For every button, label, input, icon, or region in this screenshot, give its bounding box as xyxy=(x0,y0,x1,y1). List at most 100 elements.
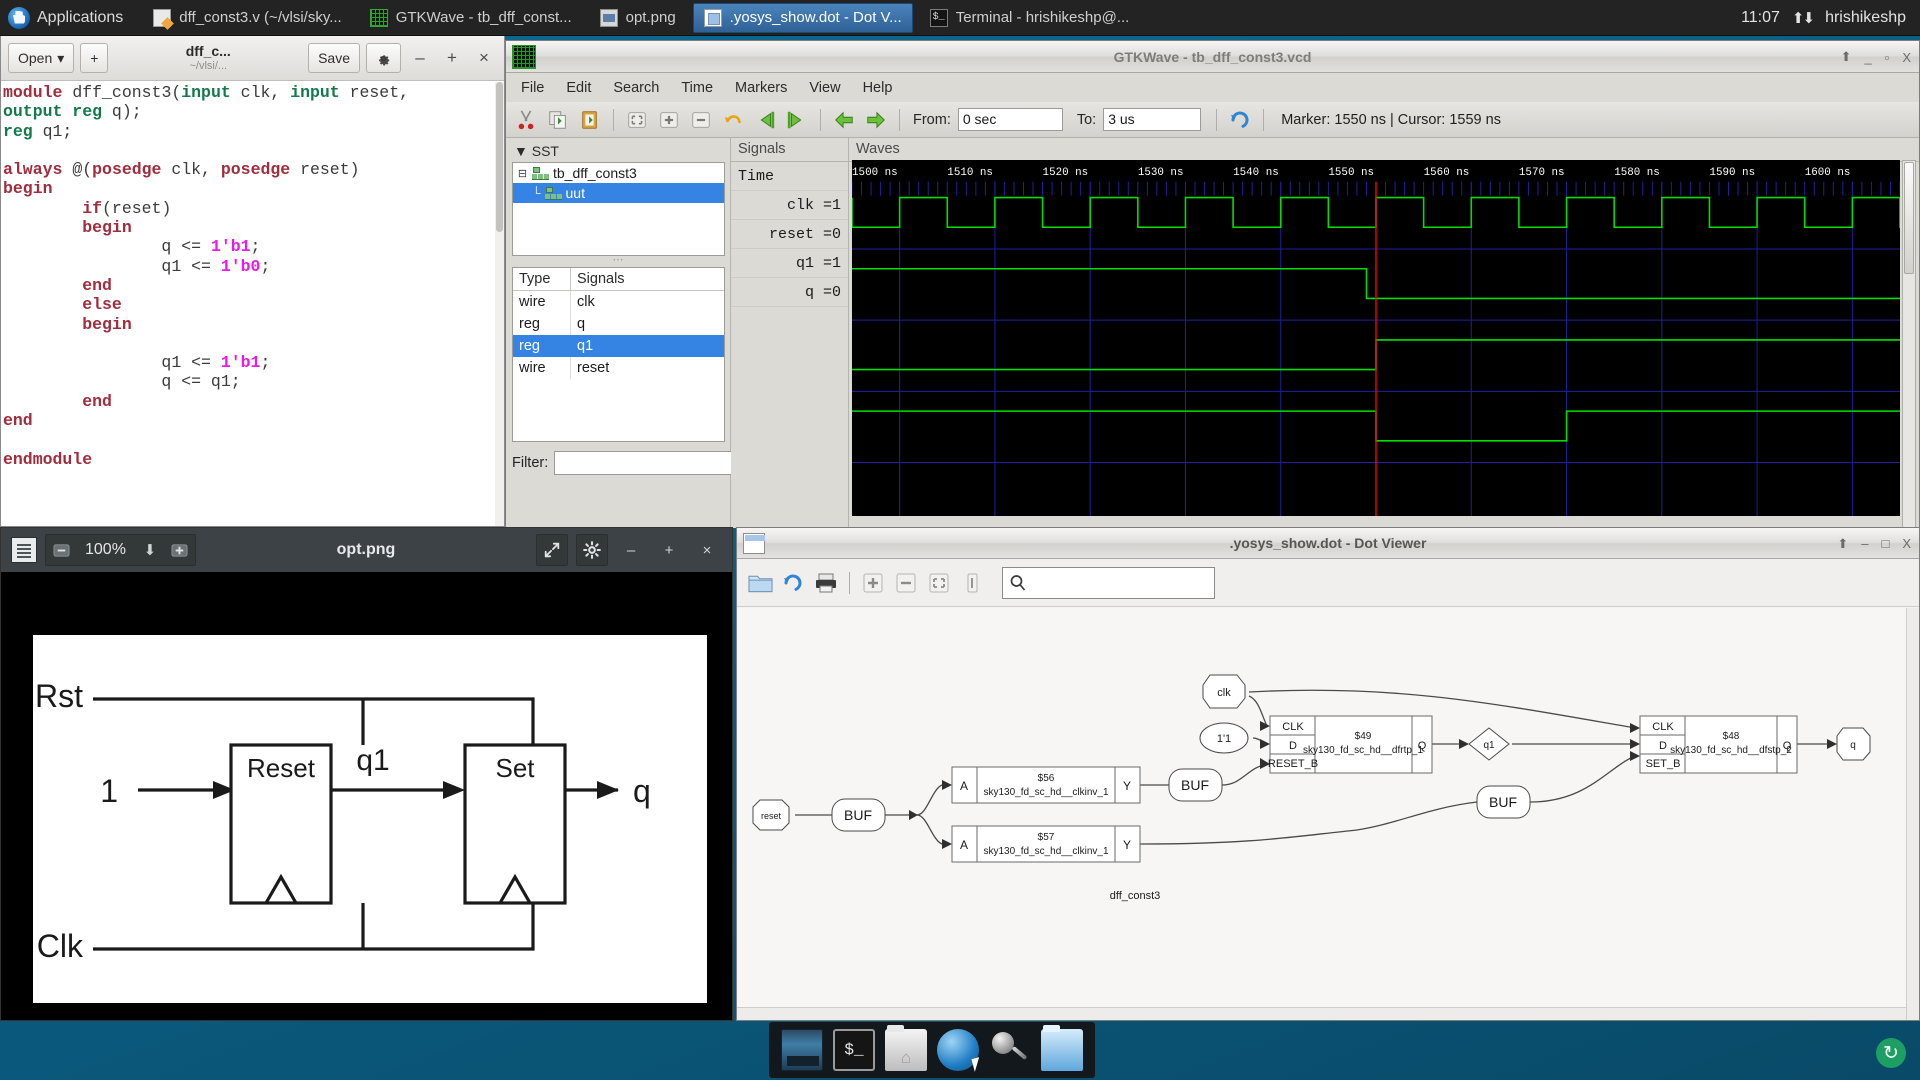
scrollbar-thumb[interactable] xyxy=(1904,162,1914,274)
graph-cell-56[interactable]: A Y $56 sky130_fd_sc_hd__clkinv_1 xyxy=(952,767,1140,803)
waveform-canvas[interactable]: 1500 ns1510 ns1520 ns1530 ns1540 ns1550 … xyxy=(852,160,1900,516)
graph-const-1[interactable]: 1'1 xyxy=(1200,723,1248,753)
zoom-out-icon[interactable] xyxy=(687,106,715,134)
scrollbar-thumb[interactable] xyxy=(496,82,503,232)
maximize-button[interactable]: ▫ xyxy=(1885,50,1890,65)
chevron-down-icon[interactable]: ⬇ xyxy=(135,535,165,565)
next-edge-icon[interactable] xyxy=(862,106,890,134)
sst-tree[interactable]: ⊟ tb_dff_const3 └ uut xyxy=(512,162,725,256)
web-browser-icon[interactable] xyxy=(937,1029,979,1071)
menu-file[interactable]: File xyxy=(510,77,555,99)
network-updown-icon[interactable]: ⬆⬇ xyxy=(1792,9,1813,27)
menu-edit[interactable]: Edit xyxy=(555,77,602,99)
open-button[interactable]: Open ▾ xyxy=(8,43,74,73)
menu-time[interactable]: Time xyxy=(670,77,724,99)
signal-row-q1[interactable]: reg q1 xyxy=(513,335,724,357)
menu-markers[interactable]: Markers xyxy=(724,77,798,99)
file-manager-icon[interactable] xyxy=(885,1029,927,1071)
menu-view[interactable]: View xyxy=(798,77,851,99)
reload-icon[interactable] xyxy=(1226,106,1254,134)
waves-vertical-scrollbar[interactable] xyxy=(1902,160,1916,528)
close-button[interactable]: X xyxy=(1902,50,1911,65)
maximize-button[interactable]: + xyxy=(654,535,684,565)
show-desktop-icon[interactable] xyxy=(781,1029,823,1071)
close-button[interactable]: × xyxy=(471,48,497,68)
taskbar-item-imageviewer[interactable]: opt.png xyxy=(589,3,687,33)
sst-header[interactable]: ▼ SST xyxy=(512,141,725,162)
save-button[interactable]: Save xyxy=(308,43,360,73)
zoom-out-icon[interactable] xyxy=(891,567,921,599)
taskbar-item-editor[interactable]: dff_const3.v (~/vlsi/sky... xyxy=(142,3,352,33)
wave-label-reset[interactable]: reset =0 xyxy=(731,220,848,249)
cut-icon[interactable] xyxy=(512,106,540,134)
taskbar-item-dotviewer[interactable]: .yosys_show.dot - Dot V... xyxy=(693,3,913,33)
applications-menu-button[interactable]: Applications xyxy=(0,0,136,36)
close-button[interactable]: X xyxy=(1902,536,1911,551)
zoom-100-icon[interactable] xyxy=(957,567,987,599)
gtkwave-titlebar[interactable]: GTKWave - tb_dff_const3.vcd ⬆ _ ▫ X xyxy=(506,41,1919,73)
zoom-out-icon[interactable] xyxy=(46,535,76,565)
hamburger-menu-button[interactable] xyxy=(366,43,401,73)
menu-help[interactable]: Help xyxy=(852,77,904,99)
shade-button[interactable]: ⬆ xyxy=(1841,49,1852,65)
open-folder-icon[interactable] xyxy=(745,567,775,599)
graph-horizontal-scrollbar[interactable] xyxy=(737,1007,1906,1020)
paste-icon[interactable] xyxy=(576,106,604,134)
graph-port-reset[interactable]: reset xyxy=(753,800,789,830)
graph-canvas[interactable]: reset BUF A Y $56 sky130_fd_sc_hd__clkin… xyxy=(737,608,1919,1020)
tree-item-tb_dff_const3[interactable]: ⊟ tb_dff_const3 xyxy=(513,163,724,183)
goto-end-icon[interactable] xyxy=(783,106,811,134)
zoom-level-label[interactable]: 100% xyxy=(76,541,135,559)
graph-vertical-scrollbar[interactable] xyxy=(1906,608,1919,1020)
maximize-button[interactable]: + xyxy=(439,48,465,68)
folder-icon[interactable] xyxy=(1041,1029,1083,1071)
taskbar-item-terminal[interactable]: $_ Terminal - hrishikeshp@... xyxy=(919,3,1141,33)
gear-icon[interactable] xyxy=(577,535,607,565)
zoom-in-icon[interactable] xyxy=(858,567,888,599)
refresh-badge-icon[interactable]: ↻ xyxy=(1876,1038,1906,1068)
zoom-in-icon[interactable] xyxy=(655,106,683,134)
print-icon[interactable] xyxy=(811,567,841,599)
graph-cell-49[interactable]: CLK D RESET_B Q $49 sky130_fd_sc_hd__dfr… xyxy=(1268,716,1432,773)
clock[interactable]: 11:07 xyxy=(1741,9,1780,27)
zoom-in-icon[interactable] xyxy=(165,535,195,565)
editor-scrollbar[interactable] xyxy=(495,82,504,526)
filter-input[interactable] xyxy=(554,451,737,475)
signal-row-reset[interactable]: wire reset xyxy=(513,357,724,379)
prev-edge-icon[interactable] xyxy=(830,106,858,134)
signal-row-clk[interactable]: wire clk xyxy=(513,291,724,313)
fullscreen-button[interactable] xyxy=(536,534,568,566)
graph-buffer-2[interactable]: BUF xyxy=(1169,769,1222,801)
settings-button[interactable] xyxy=(576,534,608,566)
graph-cell-57[interactable]: A Y $57 sky130_fd_sc_hd__clkinv_1 xyxy=(952,826,1140,862)
fullscreen-icon[interactable] xyxy=(537,535,567,565)
terminal-icon[interactable]: $_ xyxy=(833,1029,875,1071)
reload-icon[interactable] xyxy=(778,567,808,599)
tree-item-uut[interactable]: └ uut xyxy=(513,183,724,203)
search-icon[interactable] xyxy=(989,1029,1031,1071)
graph-buffer-3[interactable]: BUF xyxy=(1477,786,1530,818)
maximize-button[interactable]: □ xyxy=(1881,536,1889,551)
signal-row-q[interactable]: reg q xyxy=(513,313,724,335)
graph-buffer-1[interactable]: BUF xyxy=(832,799,885,831)
copy-icon[interactable] xyxy=(544,106,572,134)
minimize-button[interactable]: – xyxy=(1861,536,1868,551)
graph-port-q[interactable]: q xyxy=(1837,728,1870,760)
wave-label-q[interactable]: q =0 xyxy=(731,278,848,307)
filmstrip-icon[interactable] xyxy=(11,537,37,563)
image-canvas[interactable]: Rst 1 Clk Reset Set q1 q xyxy=(1,572,732,1020)
source-code-editor[interactable]: module dff_const3(input clk, input reset… xyxy=(1,81,504,469)
shade-button[interactable]: ⬆ xyxy=(1837,536,1848,552)
new-tab-button[interactable]: + xyxy=(80,43,108,73)
username-label[interactable]: hrishikeshp xyxy=(1825,9,1906,27)
expander-icon[interactable]: ⊟ xyxy=(517,167,528,180)
zoom-undo-icon[interactable] xyxy=(719,106,747,134)
minimize-button[interactable]: – xyxy=(616,535,646,565)
signal-list[interactable]: Type Signals wire clk reg q reg q1 xyxy=(512,267,725,442)
wave-label-clk[interactable]: clk =1 xyxy=(731,191,848,220)
minimize-button[interactable]: _ xyxy=(1864,50,1871,65)
goto-start-icon[interactable] xyxy=(751,106,779,134)
graph-net-q1[interactable]: q1 xyxy=(1469,728,1509,760)
minimize-button[interactable]: – xyxy=(407,48,433,68)
graph-cell-48[interactable]: CLK D SET_B Q $48 sky130_fd_sc_hd__dfstp… xyxy=(1640,716,1797,773)
